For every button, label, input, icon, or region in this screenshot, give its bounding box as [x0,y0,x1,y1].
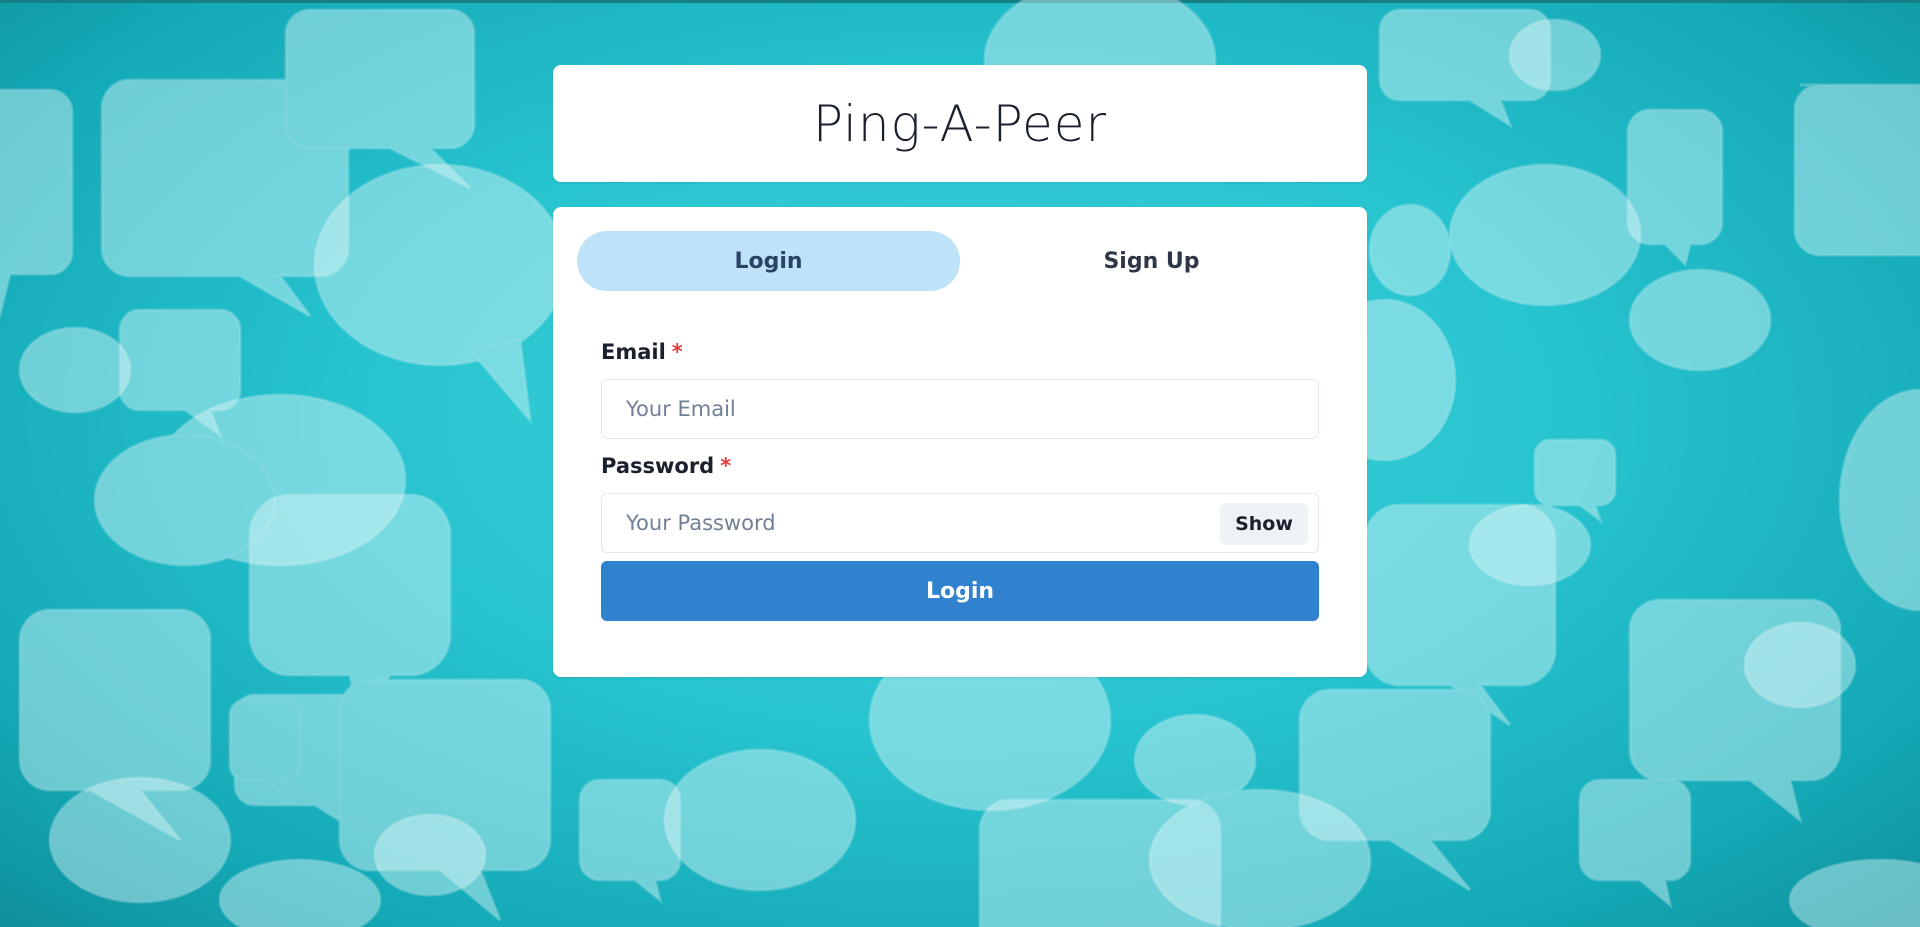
email-label: Email * [601,337,1319,367]
login-submit-button[interactable]: Login [601,561,1319,621]
required-asterisk: * [720,454,732,478]
speech-bubble-icon [218,858,382,927]
tab-login[interactable]: Login [577,231,960,291]
show-password-button[interactable]: Show [1220,503,1308,545]
speech-bubble-icon [1628,268,1772,372]
email-field-wrapper [601,379,1319,439]
login-form: Email* Password* Show Login [601,337,1319,621]
speech-bubble-icon [1578,778,1692,909]
speech-bubble-icon [228,698,302,800]
password-field-wrapper: Show [601,493,1319,553]
speech-bubble-icon [1788,858,1920,927]
speech-bubble-icon [1508,18,1602,92]
email-field[interactable] [602,380,1318,438]
speech-bubble-icon [313,163,567,367]
title-card: Ping-A-Peer [553,65,1367,182]
speech-bubble-icon [1838,388,1920,612]
speech-bubble-icon [1626,108,1724,267]
speech-bubble-icon [1468,503,1592,587]
auth-tabs: Login Sign Up [577,231,1343,291]
password-label-text: Password [601,454,715,478]
speech-bubble-icon [373,813,487,897]
speech-bubble-icon [663,748,857,892]
speech-bubble-icon [1448,163,1642,307]
speech-bubble-icon [93,433,277,567]
password-field[interactable] [602,494,1318,552]
auth-card: Login Sign Up Email* Password* Show Logi… [553,207,1367,677]
required-asterisk: * [671,340,683,364]
speech-bubble-icon [1743,621,1857,709]
speech-bubble-icon [48,776,232,904]
speech-bubble-icon [578,778,682,904]
speech-bubble-icon [1368,203,1452,297]
speech-bubble-icon [1148,788,1372,927]
app-title: Ping-A-Peer [812,94,1108,153]
email-label-text: Email [601,340,666,364]
speech-bubble-icon [0,88,74,319]
tab-sign-up[interactable]: Sign Up [960,231,1343,291]
password-label: Password * [601,451,1319,481]
speech-bubble-icon [18,326,132,414]
speech-bubble-icon [1793,83,1920,257]
